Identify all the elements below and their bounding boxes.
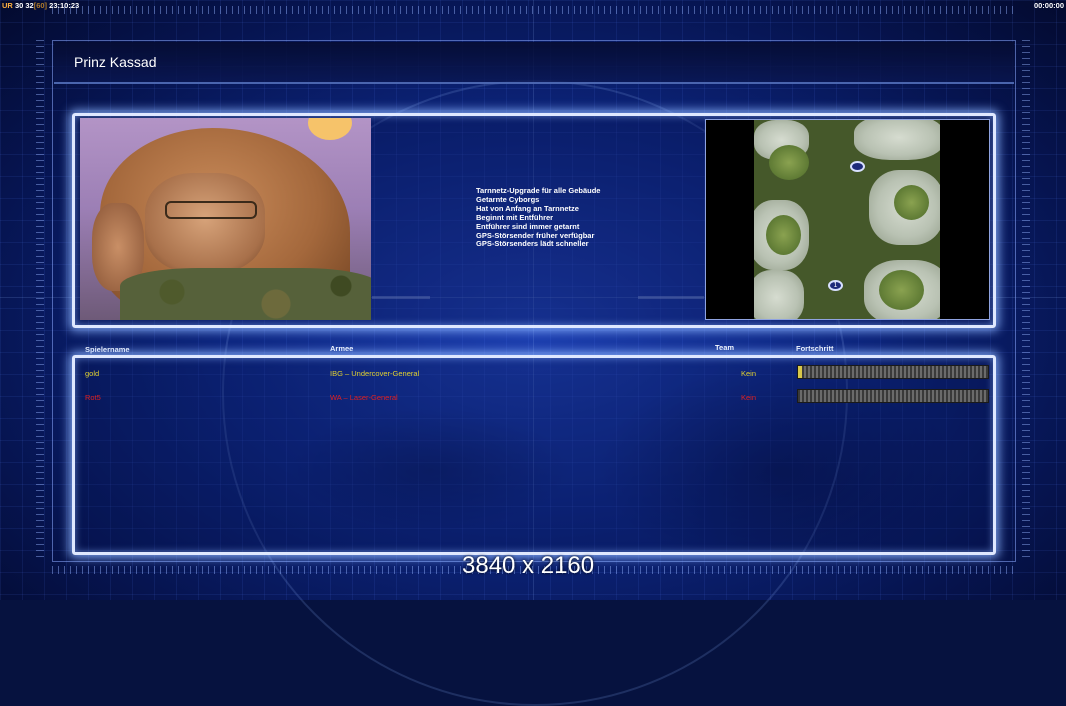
column-header-team: Team (715, 343, 735, 352)
player-team: Kein (741, 393, 757, 402)
portrait-sun (308, 118, 352, 140)
ruler-right (1022, 40, 1030, 560)
map-grass (769, 145, 809, 180)
feature-item: GPS-Störsenders lädt schneller (476, 239, 589, 249)
player-army: IBG – Undercover-General (330, 369, 420, 378)
map-grass (879, 270, 924, 310)
title-bar (54, 42, 1014, 84)
players-panel (72, 355, 996, 555)
general-features-list: Tarnnetz-Upgrade für alle Gebäude Getarn… (476, 186, 600, 249)
ruler-top (52, 6, 1014, 14)
portrait-camo-uniform (120, 268, 371, 320)
hud-clock: 23:10:23 (49, 1, 80, 10)
ruler-left (36, 40, 44, 560)
player-team: Kein (741, 369, 757, 378)
hud-fps-b: 32 (25, 1, 34, 10)
player-army: WA – Laser-General (330, 393, 398, 402)
hud-stats: UR 30 32[60] 23:10:23 (2, 1, 79, 10)
hud-tag: UR (2, 1, 13, 10)
loading-progress-bar (797, 389, 989, 403)
resolution-label: 3840 x 2160 (462, 552, 595, 579)
column-header-progress: Fortschritt (796, 344, 834, 353)
map-preview: 1 (754, 120, 940, 319)
hud-fps-c: [60] (33, 1, 48, 10)
map-spawn-marker (850, 161, 865, 172)
player-name: gold (85, 369, 100, 378)
player-name: Rot5 (85, 393, 101, 402)
hud-fps-a: 30 (14, 1, 24, 10)
column-header-army: Armee (330, 344, 354, 353)
map-grass (894, 185, 929, 220)
map-spawn-marker: 1 (828, 280, 843, 291)
portrait-glasses (165, 201, 257, 219)
map-rock (754, 270, 804, 319)
general-title: Prinz Kassad (74, 54, 157, 70)
portrait-face (145, 173, 265, 273)
general-portrait (80, 118, 371, 320)
map-grass (766, 215, 801, 255)
column-header-player: Spielername (85, 345, 130, 354)
hud-timer: 00:00:00 (1033, 1, 1064, 10)
map-rock (854, 120, 940, 160)
loading-progress-fill (798, 366, 802, 378)
loading-progress-bar (797, 365, 989, 379)
